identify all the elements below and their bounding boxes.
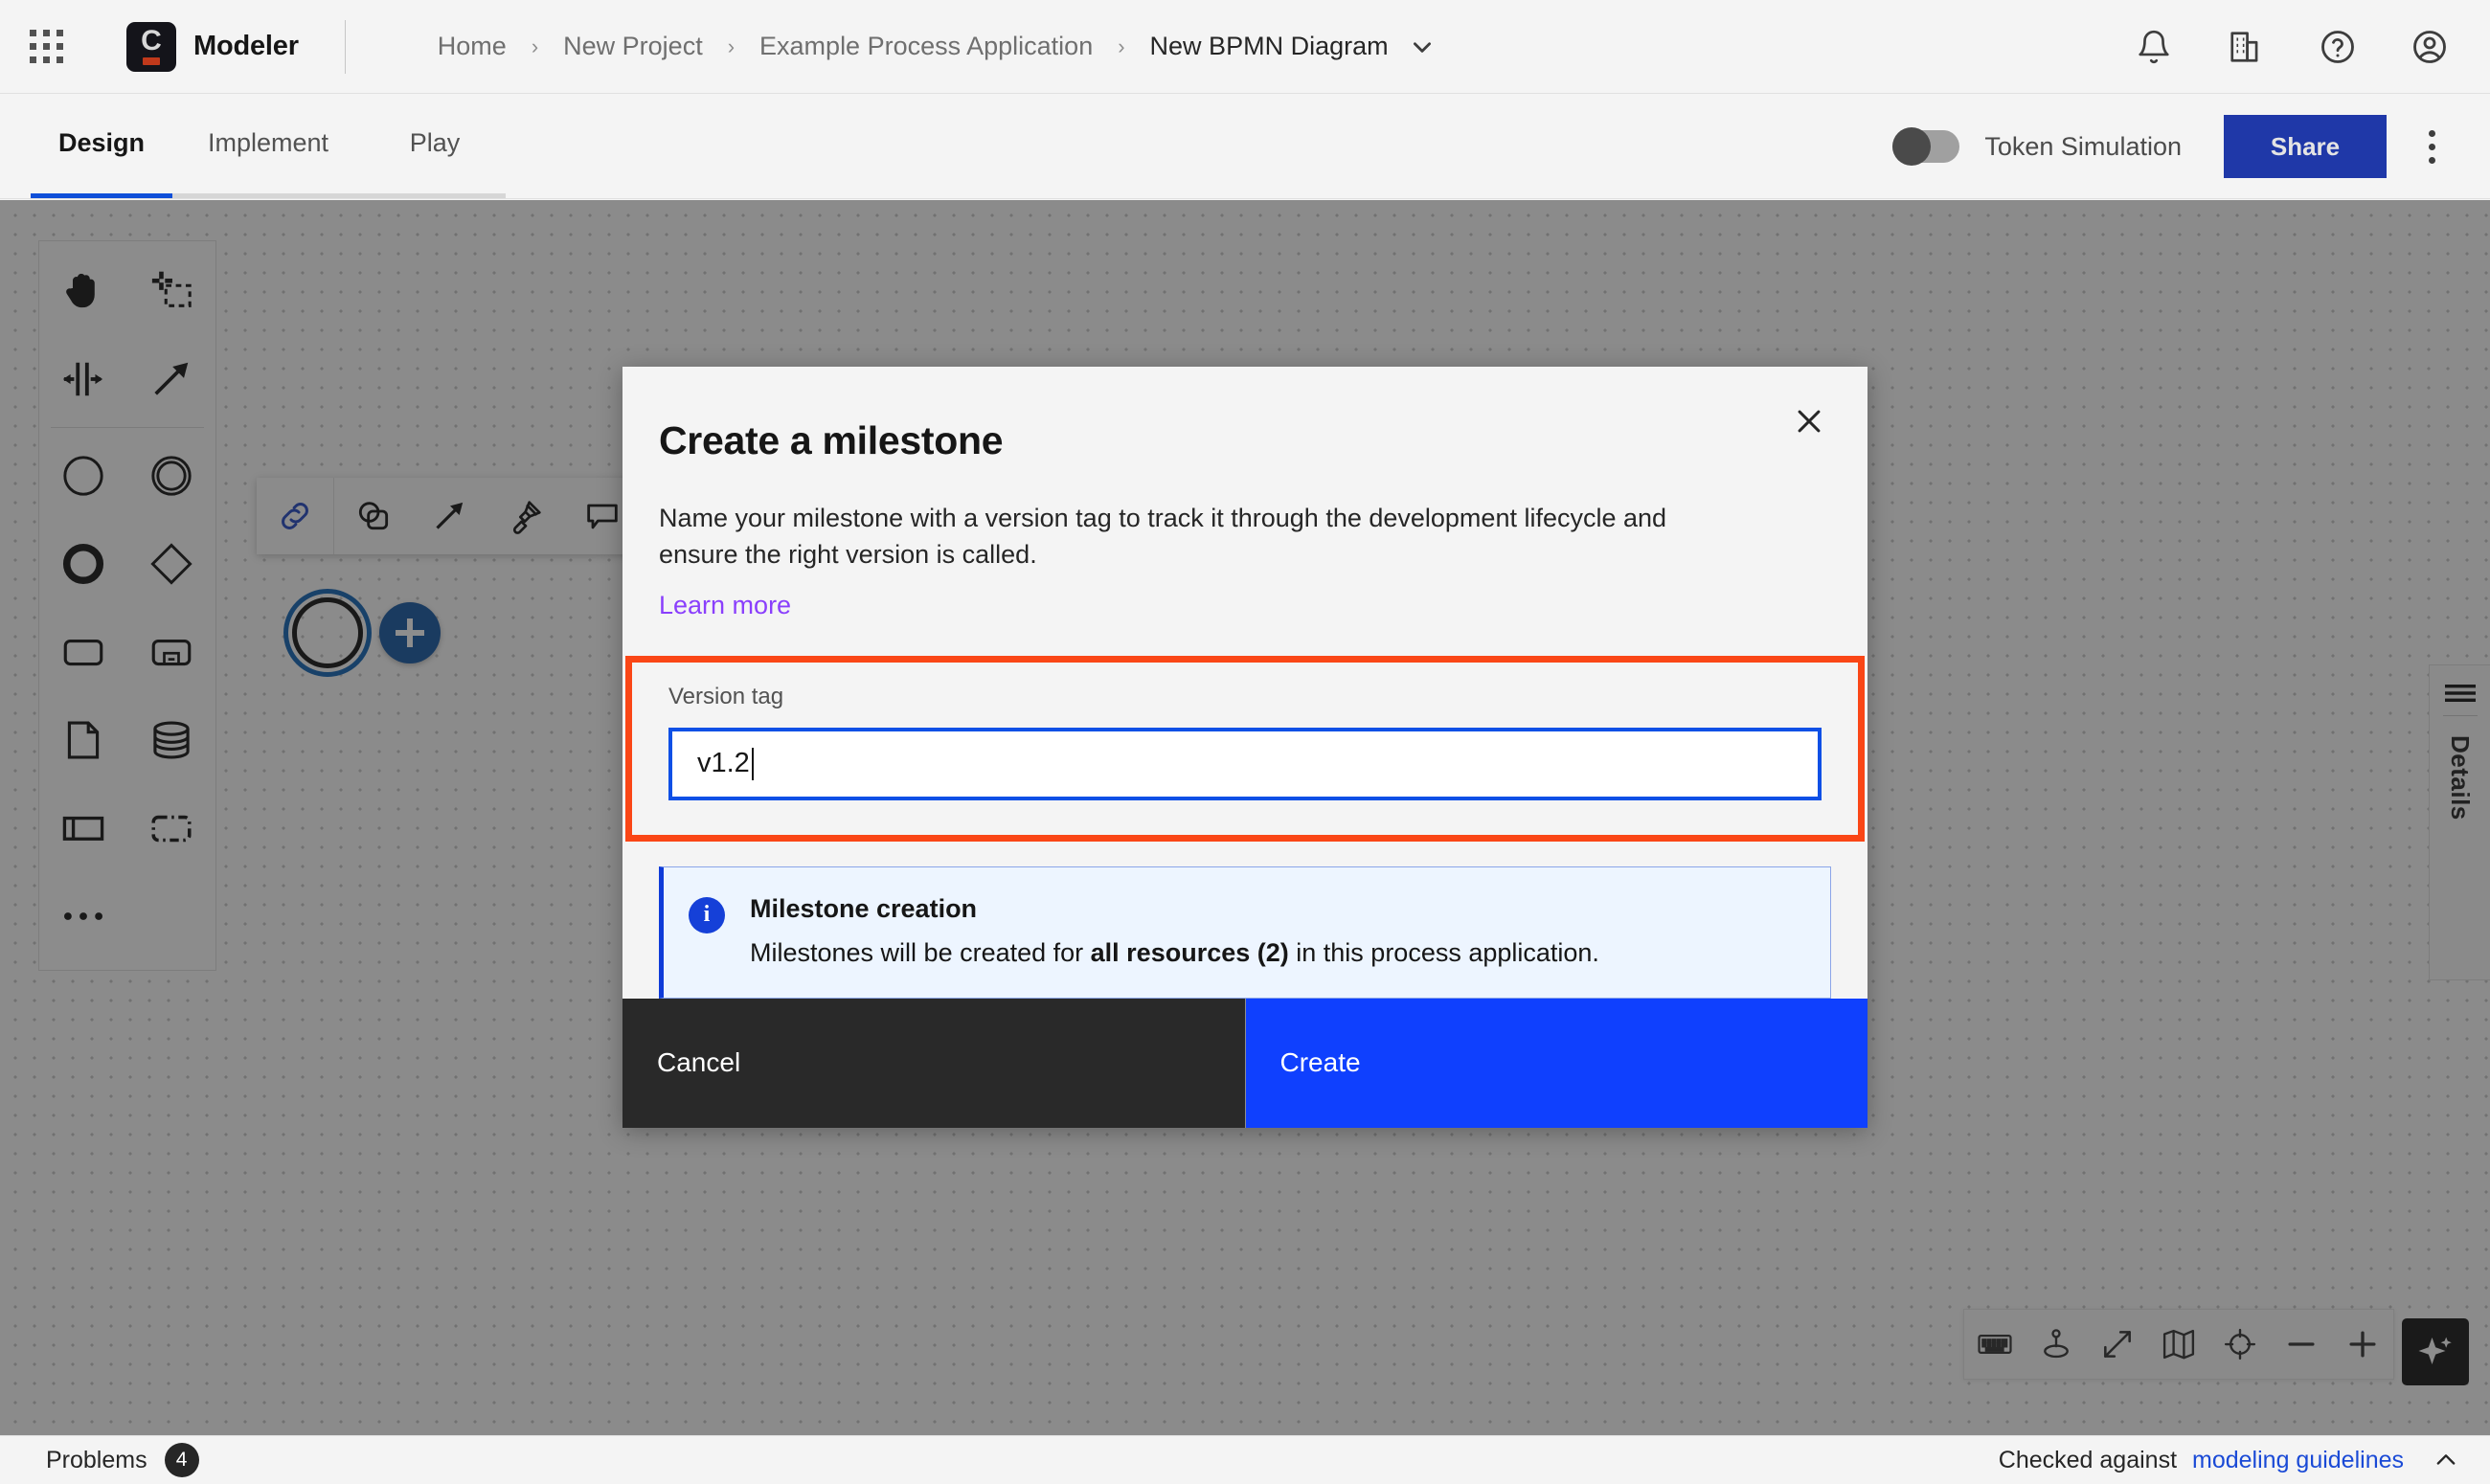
chevron-up-icon xyxy=(2433,1447,2459,1473)
tab-implement-label: Implement xyxy=(208,128,328,158)
app-switcher-button[interactable] xyxy=(0,0,92,94)
user-avatar-icon xyxy=(2411,28,2449,66)
token-simulation-toggle[interactable] xyxy=(1892,130,1959,163)
cancel-button[interactable]: Cancel xyxy=(622,999,1246,1128)
problems-label: Problems xyxy=(46,1447,147,1474)
top-header: C Modeler Home › New Project › Example P… xyxy=(0,0,2490,94)
breadcrumb-item-example-process-application[interactable]: Example Process Application xyxy=(754,28,1098,65)
overflow-menu-button[interactable] xyxy=(2398,94,2465,199)
guidelines-status: Checked against modeling guidelines xyxy=(1999,1447,2459,1474)
milestone-info-banner: i Milestone creation Milestones will be … xyxy=(659,866,1831,999)
breadcrumb-separator: › xyxy=(532,34,538,59)
breadcrumb-chevron-down-icon[interactable] xyxy=(1410,34,1435,59)
modeling-guidelines-link[interactable]: modeling guidelines xyxy=(2192,1447,2404,1474)
tab-play[interactable]: Play xyxy=(364,93,506,198)
notifications-bell-icon xyxy=(2136,29,2172,65)
version-tag-field-highlight: Version tag v1.2 xyxy=(625,656,1865,842)
status-bar: Problems 4 Checked against modeling guid… xyxy=(0,1435,2490,1484)
learn-more-link[interactable]: Learn more xyxy=(659,587,791,623)
breadcrumb-item-new-bpmn-diagram[interactable]: New BPMN Diagram xyxy=(1144,28,1394,65)
info-body-before: Milestones will be created for xyxy=(750,938,1091,967)
brand[interactable]: C Modeler xyxy=(92,22,299,72)
token-simulation-label: Token Simulation xyxy=(1984,132,2182,162)
checked-against-label: Checked against xyxy=(1999,1447,2177,1474)
version-tag-input[interactable]: v1.2 xyxy=(668,728,1822,800)
tab-design-label: Design xyxy=(58,128,145,158)
close-icon xyxy=(1793,405,1825,438)
dialog-description-block: Name your milestone with a version tag t… xyxy=(622,463,1839,623)
tab-play-label: Play xyxy=(410,128,461,158)
dialog-description: Name your milestone with a version tag t… xyxy=(659,504,1666,569)
toggle-knob xyxy=(1892,127,1931,166)
header-actions xyxy=(2122,0,2461,94)
camunda-logo-icon: C xyxy=(126,22,176,72)
dialog-actions: Cancel Create xyxy=(622,999,1868,1128)
info-content: Milestone creation Milestones will be cr… xyxy=(750,894,1599,970)
share-button[interactable]: Share xyxy=(2224,115,2387,178)
mode-tabbar: Design Implement Play Token Simulation S… xyxy=(0,94,2490,199)
header-divider xyxy=(345,20,346,74)
notifications-button[interactable] xyxy=(2122,0,2185,94)
organization-building-icon xyxy=(2228,29,2264,65)
text-caret xyxy=(752,748,754,780)
info-body-bold: all resources (2) xyxy=(1091,938,1289,967)
info-body: Milestones will be created for all resou… xyxy=(750,935,1599,970)
info-title: Milestone creation xyxy=(750,894,1599,924)
organization-button[interactable] xyxy=(2214,0,2277,94)
create-milestone-dialog: Create a milestone Name your milestone w… xyxy=(622,367,1868,1128)
create-button[interactable]: Create xyxy=(1246,999,1868,1128)
tabbar-actions: Token Simulation Share xyxy=(1892,94,2465,199)
version-tag-value: v1.2 xyxy=(697,748,750,779)
info-icon: i xyxy=(689,897,725,933)
app-switcher-icon xyxy=(30,30,63,63)
breadcrumb-separator: › xyxy=(1118,34,1124,59)
breadcrumb-item-new-project[interactable]: New Project xyxy=(557,28,709,65)
dialog-close-button[interactable] xyxy=(1772,384,1846,459)
problems-count-badge: 4 xyxy=(165,1443,199,1477)
token-simulation-control: Token Simulation xyxy=(1892,130,2182,163)
breadcrumb: Home › New Project › Example Process App… xyxy=(432,28,1435,65)
tab-design[interactable]: Design xyxy=(31,93,172,198)
logo-bar xyxy=(143,57,160,65)
tab-implement[interactable]: Implement xyxy=(172,93,364,198)
kebab-menu-icon xyxy=(2429,130,2435,137)
modeler-app: C Modeler Home › New Project › Example P… xyxy=(0,0,2490,1484)
version-tag-label: Version tag xyxy=(668,684,1822,710)
logo-letter: C xyxy=(141,27,162,56)
dialog-header: Create a milestone xyxy=(622,367,1868,463)
info-body-after: in this process application. xyxy=(1289,938,1599,967)
help-button[interactable] xyxy=(2306,0,2369,94)
tabs: Design Implement Play xyxy=(0,93,506,198)
app-name: Modeler xyxy=(193,31,299,62)
problems-button[interactable]: Problems 4 xyxy=(46,1443,199,1477)
breadcrumb-separator: › xyxy=(728,34,735,59)
dialog-title: Create a milestone xyxy=(659,418,1810,463)
breadcrumb-item-home[interactable]: Home xyxy=(432,28,512,65)
user-account-button[interactable] xyxy=(2398,0,2461,94)
help-question-icon xyxy=(2319,28,2357,66)
collapse-status-button[interactable] xyxy=(2433,1447,2459,1473)
